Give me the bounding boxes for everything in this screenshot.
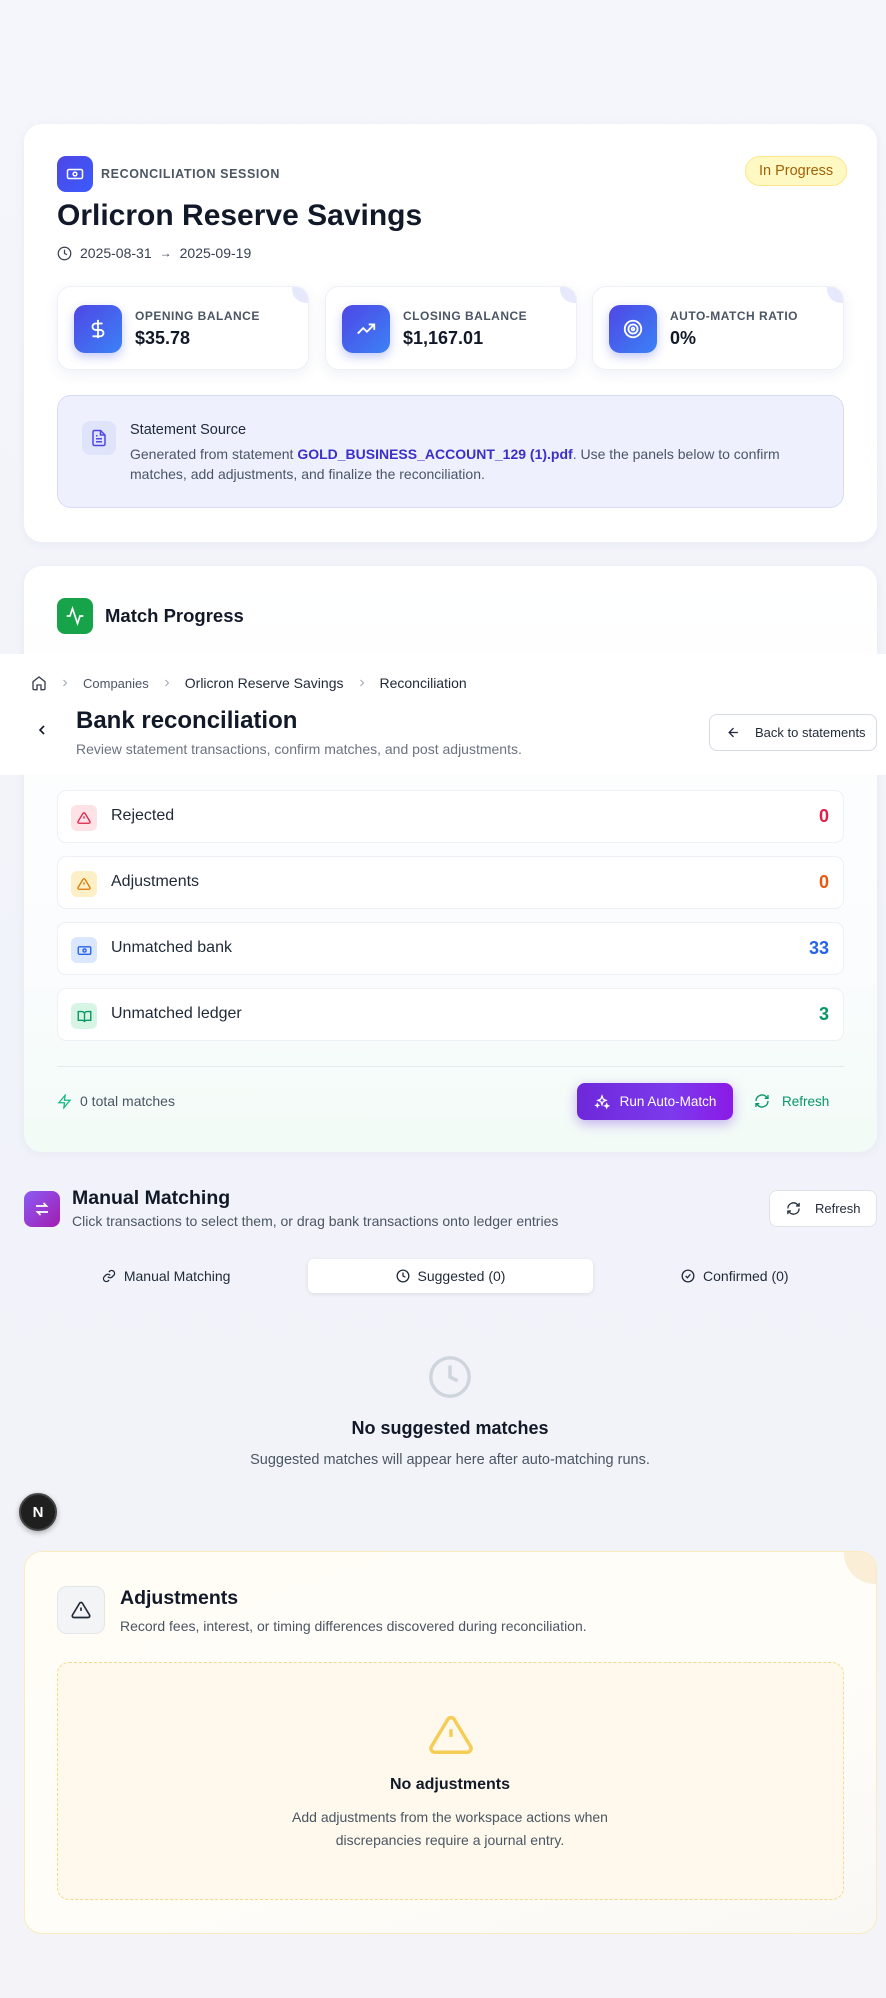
check-circle-icon — [681, 1269, 695, 1283]
adjustments-subtitle: Record fees, interest, or timing differe… — [120, 1618, 587, 1634]
stat-value: $35.78 — [135, 328, 191, 348]
refresh-icon — [754, 1093, 770, 1109]
back-to-statements-button[interactable]: Back to statements — [709, 714, 877, 751]
empty-warning-icon — [428, 1712, 474, 1758]
row-count: 3 — [818, 1004, 829, 1024]
session-title: Orlicron Reserve Savings — [57, 199, 423, 232]
warning-icon — [57, 1586, 105, 1634]
dollar-icon — [74, 305, 122, 353]
stat-value: 0% — [670, 328, 697, 348]
total-matches-label: 0 total matches — [80, 1093, 175, 1109]
adjustments-title: Adjustments — [120, 1587, 239, 1609]
divider — [57, 1066, 844, 1067]
source-title: Statement Source — [130, 422, 247, 438]
refresh-label: Refresh — [782, 1093, 830, 1109]
link-icon — [102, 1269, 116, 1283]
arrow-left-icon — [726, 725, 741, 740]
back-button-label: Back to statements — [755, 725, 866, 740]
row-count: 33 — [808, 938, 829, 958]
manual-matching-subtitle: Click transactions to select them, or dr… — [72, 1213, 559, 1229]
empty-suggested-title: No suggested matches — [351, 1418, 549, 1438]
banknote-icon — [57, 156, 93, 192]
row-label: Rejected — [111, 807, 175, 824]
tab-label: Confirmed (0) — [703, 1268, 789, 1284]
zap-icon — [57, 1093, 72, 1109]
home-icon[interactable] — [31, 675, 47, 691]
clock-icon — [396, 1269, 410, 1283]
banknote-icon — [71, 937, 97, 963]
tab-confirmed[interactable]: Confirmed (0) — [593, 1259, 877, 1293]
tab-manual-matching[interactable]: Manual Matching — [24, 1259, 308, 1293]
stat-value: $1,167.01 — [403, 328, 484, 348]
run-auto-match-button[interactable]: Run Auto-Match — [577, 1083, 733, 1120]
progress-row-unmatched-ledger: Unmatched ledger 3 — [57, 988, 844, 1041]
row-label: Adjustments — [111, 873, 200, 890]
breadcrumb-companies[interactable]: Companies — [83, 676, 149, 691]
session-label: RECONCILIATION SESSION — [101, 167, 280, 181]
alert-triangle-icon — [71, 805, 97, 831]
row-label: Unmatched bank — [111, 939, 232, 956]
source-text: Generated from statement GOLD_BUSINESS_A… — [130, 446, 780, 482]
activity-icon — [57, 598, 93, 634]
stat-label: AUTO-MATCH RATIO — [670, 309, 798, 323]
stat-card-opening-balance: OPENING BALANCE $35.78 — [57, 286, 309, 370]
adjustments-empty-subtitle: Add adjustments from the workspace actio… — [292, 1809, 608, 1848]
progress-row-rejected: Rejected 0 — [57, 790, 844, 843]
book-open-icon — [71, 1003, 97, 1029]
refresh-label: Refresh — [815, 1201, 861, 1216]
statement-filename: GOLD_BUSINESS_ACCOUNT_129 (1).pdf — [297, 446, 573, 462]
status-badge: In Progress — [745, 156, 848, 186]
date-range: 2025-08-31 → 2025-09-19 — [57, 245, 251, 261]
empty-clock-icon — [427, 1354, 473, 1400]
breadcrumb-company[interactable]: Orlicron Reserve Savings — [185, 675, 344, 691]
progress-row-adjustments: Adjustments 0 — [57, 856, 844, 909]
tab-suggested[interactable]: Suggested (0) — [308, 1259, 593, 1293]
target-icon — [609, 305, 657, 353]
chevron-right-icon — [161, 677, 173, 689]
chevron-right-icon — [356, 677, 368, 689]
chevron-right-icon — [59, 677, 71, 689]
empty-suggested-subtitle: Suggested matches will appear here after… — [250, 1452, 650, 1468]
trending-up-icon — [342, 305, 390, 353]
sticky-page-header: Companies Orlicron Reserve Savings Recon… — [0, 654, 886, 775]
row-count: 0 — [818, 806, 829, 826]
row-count: 0 — [818, 872, 829, 892]
warning-icon — [71, 871, 97, 897]
matching-tabs: Manual Matching Suggested (0) Confirmed … — [24, 1259, 877, 1293]
stat-card-auto-match-ratio: AUTO-MATCH RATIO 0% — [592, 286, 844, 370]
tab-label: Suggested (0) — [417, 1268, 506, 1284]
total-matches: 0 total matches — [57, 1093, 175, 1109]
breadcrumb: Companies Orlicron Reserve Savings Recon… — [31, 675, 467, 691]
progress-refresh-button[interactable]: Refresh — [754, 1093, 829, 1109]
match-progress-title: Match Progress — [105, 605, 244, 626]
date-start: 2025-08-31 — [80, 245, 152, 261]
file-text-icon — [82, 421, 116, 455]
clock-icon — [57, 246, 72, 261]
breadcrumb-current: Reconciliation — [379, 675, 467, 691]
statement-source-panel: Statement Source Generated from statemen… — [57, 395, 844, 508]
stat-label: OPENING BALANCE — [135, 309, 260, 323]
refresh-icon — [786, 1201, 801, 1216]
stat-card-closing-balance: CLOSING BALANCE $1,167.01 — [325, 286, 577, 370]
run-auto-match-label: Run Auto-Match — [619, 1094, 717, 1109]
sparkles-icon — [593, 1093, 610, 1110]
page-subtitle: Review statement transactions, confirm m… — [76, 741, 522, 757]
tab-label: Manual Matching — [123, 1268, 231, 1284]
progress-row-unmatched-bank: Unmatched bank 33 — [57, 922, 844, 975]
dev-tools-badge[interactable]: N — [19, 1493, 57, 1531]
adjustments-empty-title: No adjustments — [389, 1776, 510, 1793]
chevron-left-icon[interactable] — [34, 722, 50, 738]
stat-label: CLOSING BALANCE — [403, 309, 528, 323]
manual-refresh-button[interactable]: Refresh — [769, 1190, 877, 1227]
swap-icon — [24, 1191, 60, 1227]
row-label: Unmatched ledger — [111, 1005, 242, 1022]
date-end: 2025-09-19 — [179, 245, 252, 261]
date-arrow: → — [159, 246, 172, 260]
page-title: Bank reconciliation — [76, 707, 298, 734]
manual-matching-title: Manual Matching — [72, 1187, 231, 1209]
